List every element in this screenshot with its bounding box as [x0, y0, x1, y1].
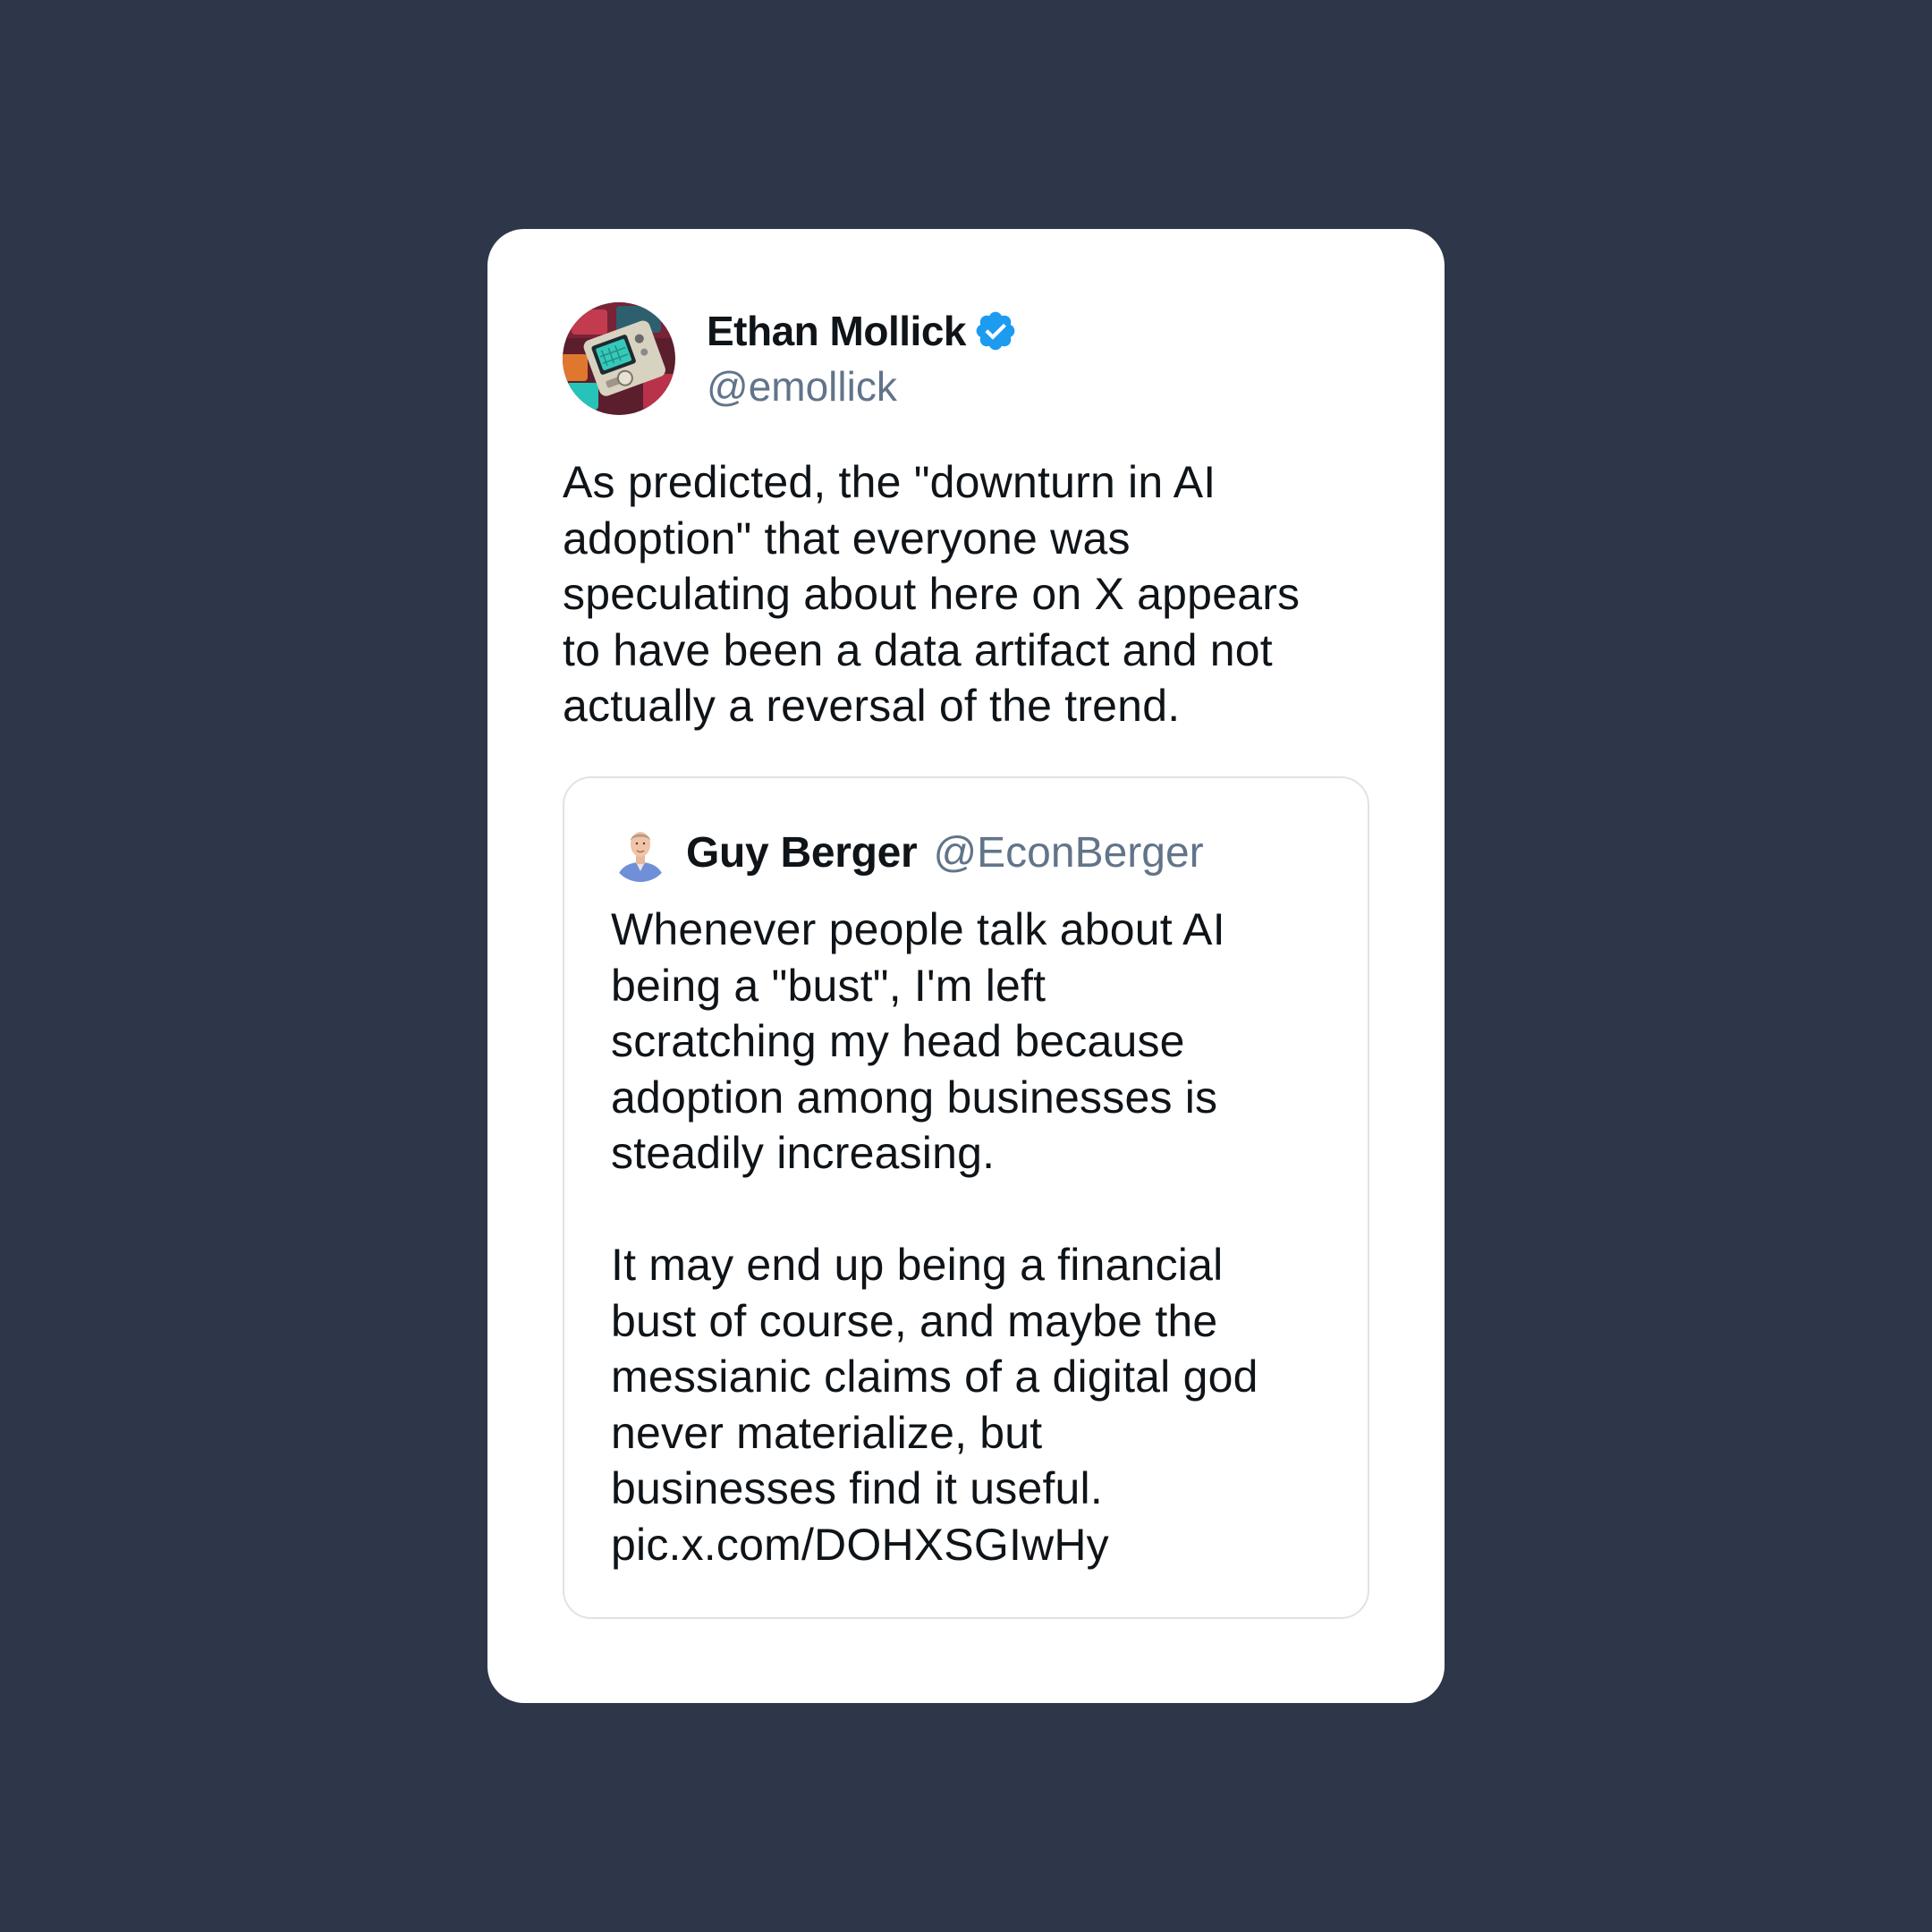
quoted-author-avatar[interactable]: [611, 823, 670, 882]
person-photo-avatar-icon: [611, 823, 670, 882]
quoted-tweet-header: Guy Berger @EconBerger: [611, 823, 1204, 882]
author-name-row: Ethan Mollick: [707, 303, 1018, 359]
tweet-text: As predicted, the "downturn in AI adopti…: [563, 457, 1301, 731]
verified-badge-icon: [973, 309, 1018, 353]
author-block: Ethan Mollick @emollick: [707, 303, 1018, 414]
quoted-tweet-text: Whenever people talk about AI being a "b…: [611, 904, 1258, 1570]
quoted-tweet[interactable]: Guy Berger @EconBerger Whenever people t…: [563, 776, 1369, 1619]
author-avatar[interactable]: [563, 302, 675, 415]
tweet-card: Ethan Mollick @emollick As predicted, th…: [487, 229, 1445, 1703]
quoted-author-name[interactable]: Guy Berger: [686, 828, 918, 877]
retro-game-device-avatar-icon: [563, 302, 675, 415]
tweet-header: Ethan Mollick @emollick: [563, 302, 1018, 415]
author-name[interactable]: Ethan Mollick: [707, 307, 966, 355]
quoted-author-handle[interactable]: @EconBerger: [933, 828, 1203, 877]
author-handle[interactable]: @emollick: [707, 359, 1018, 414]
